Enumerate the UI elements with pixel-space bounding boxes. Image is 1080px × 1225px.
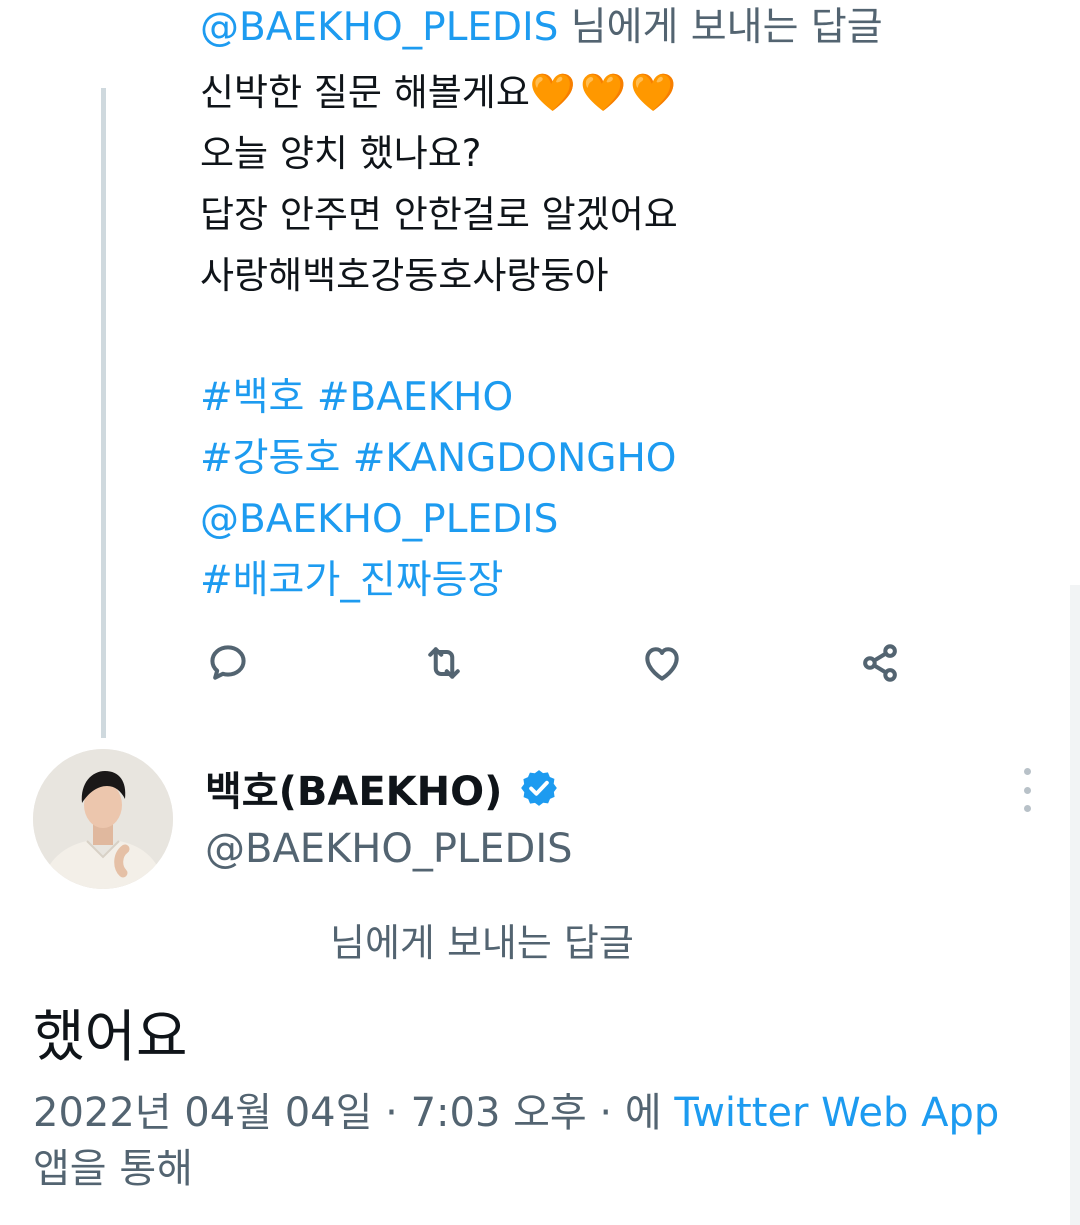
like-icon bbox=[645, 647, 679, 681]
tweet-actions bbox=[200, 635, 920, 695]
parent-hashtags: #백호 #BAEKHO #강동호 #KANGDONGHO @BAEKHO_PLE… bbox=[200, 367, 1060, 611]
source-suffix: 앱을 통해 bbox=[33, 1146, 193, 1192]
reply-icon bbox=[210, 645, 246, 680]
more-dot-icon bbox=[1023, 768, 1031, 775]
more-dot-icon bbox=[1023, 786, 1031, 794]
hashtag-line[interactable]: #배코가_진짜등장 bbox=[200, 550, 1060, 611]
retweet-icon bbox=[428, 647, 460, 679]
hashtag-line[interactable]: #백호 #BAEKHO bbox=[200, 367, 1060, 428]
reply-tweet-text: 했어요 bbox=[33, 1005, 188, 1070]
verified-badge-icon bbox=[521, 770, 558, 806]
tweet-line: 신박한 질문 해볼게요🧡🧡🧡 bbox=[200, 71, 681, 114]
share-button[interactable] bbox=[852, 635, 908, 691]
parent-replying-to-suffix: 님에게 보내는 답글 bbox=[570, 5, 883, 50]
tweet-line: 답장 안주면 안한걸로 알겠어요 bbox=[200, 193, 678, 236]
avatar[interactable] bbox=[33, 749, 173, 889]
heart-emoji-icon: 🧡🧡🧡 bbox=[529, 71, 681, 114]
scroll-edge bbox=[1070, 585, 1080, 1225]
author-name-row: 백호(BAEKHO) bbox=[205, 760, 560, 816]
more-dot-icon bbox=[1023, 805, 1031, 812]
thread-connector-line bbox=[101, 88, 106, 738]
source-app-link[interactable]: Twitter Web App bbox=[674, 1090, 999, 1136]
parent-tweet-body: 신박한 질문 해볼게요🧡🧡🧡 오늘 양치 했나요? 답장 안주면 안한걸로 알겠… bbox=[200, 62, 1060, 306]
retweet-button[interactable] bbox=[416, 635, 472, 691]
tweet-metadata: 2022년 04월 04일 · 7:03 오후 · 에 Twitter Web … bbox=[33, 1085, 1043, 1197]
display-name[interactable]: 백호(BAEKHO) bbox=[205, 759, 502, 817]
reply-replying-to: 님에게 보내는 답글 bbox=[330, 921, 634, 965]
reply-button[interactable] bbox=[200, 635, 256, 691]
parent-replying-to: @BAEKHO_PLEDIS 님에게 보내는 답글 bbox=[200, 0, 1060, 56]
like-button[interactable] bbox=[634, 635, 690, 691]
tweet-line: 오늘 양치 했나요? bbox=[200, 132, 482, 175]
parent-replying-to-handle[interactable]: @BAEKHO_PLEDIS bbox=[200, 5, 558, 50]
parent-tweet: @BAEKHO_PLEDIS 님에게 보내는 답글 신박한 질문 해볼게요🧡🧡🧡… bbox=[200, 0, 1060, 611]
avatar-photo bbox=[33, 749, 173, 889]
mention-link[interactable]: @BAEKHO_PLEDIS bbox=[200, 489, 1060, 550]
more-options-button[interactable] bbox=[1012, 768, 1042, 812]
share-icon bbox=[863, 644, 897, 682]
hashtag-line[interactable]: #강동호 #KANGDONGHO bbox=[200, 428, 1060, 489]
author-handle[interactable]: @BAEKHO_PLEDIS bbox=[205, 826, 573, 872]
tweet-line: 사랑해백호강동호사랑둥아 bbox=[200, 254, 609, 297]
tweet-timestamp[interactable]: 2022년 04월 04일 · 7:03 오후 · 에 bbox=[33, 1090, 662, 1136]
